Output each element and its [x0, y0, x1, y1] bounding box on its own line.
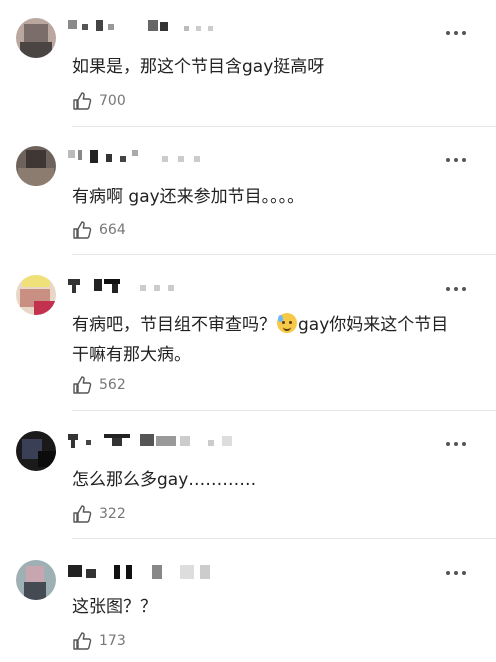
avatar[interactable] [16, 146, 56, 186]
like-button[interactable]: 700 [72, 91, 126, 111]
sweat-smile-emoji [277, 313, 297, 333]
thumbs-up-icon [72, 375, 92, 395]
comment-text-part: 有病吧，节目组不审查吗？ [72, 315, 276, 335]
avatar[interactable] [16, 18, 56, 58]
comment-item: 有病吧，节目组不审查吗？ gay你妈来这个节目干嘛有那大病。 562 [0, 255, 496, 411]
like-count: 664 [99, 222, 126, 238]
more-dots-icon[interactable] [446, 570, 466, 576]
thumbs-up-icon [72, 631, 92, 651]
comment-text: 如果是，那这个节目含gay挺高呀 [72, 57, 325, 77]
more-dots-icon[interactable] [446, 157, 466, 163]
username-redacted[interactable] [68, 279, 248, 293]
like-count: 562 [99, 377, 126, 393]
like-button[interactable]: 173 [72, 631, 126, 651]
comment-item: 如果是，那这个节目含gay挺高呀 700 [0, 0, 496, 127]
avatar[interactable] [16, 560, 56, 600]
comment-item: 这张图？？ 173 [0, 539, 496, 662]
like-button[interactable]: 322 [72, 504, 126, 524]
more-dots-icon[interactable] [446, 441, 466, 447]
comment-item: 怎么那么多gay………… 322 [0, 411, 496, 539]
comment-text: 这张图？？ [72, 597, 157, 617]
username-redacted[interactable] [68, 150, 248, 164]
username-redacted[interactable] [68, 20, 248, 34]
comment-text: 有病吧，节目组不审查吗？ gay你妈来这个节目干嘛有那大病。 [72, 310, 462, 370]
thumbs-up-icon [72, 504, 92, 524]
avatar[interactable] [16, 431, 56, 471]
more-dots-icon[interactable] [446, 286, 466, 292]
thumbs-up-icon [72, 220, 92, 240]
comment-list: 如果是，那这个节目含gay挺高呀 700 有病啊 gay还来参加节目。。。。 6… [0, 0, 496, 662]
avatar[interactable] [16, 275, 56, 315]
more-dots-icon[interactable] [446, 30, 466, 36]
like-button[interactable]: 562 [72, 375, 126, 395]
comment-text: 怎么那么多gay………… [72, 470, 257, 490]
thumbs-up-icon [72, 91, 92, 111]
username-redacted[interactable] [68, 434, 268, 448]
like-button[interactable]: 664 [72, 220, 126, 240]
like-count: 173 [99, 633, 126, 649]
username-redacted[interactable] [68, 565, 248, 579]
like-count: 322 [99, 506, 126, 522]
like-count: 700 [99, 93, 126, 109]
comment-item: 有病啊 gay还来参加节目。。。。 664 [0, 127, 496, 255]
comment-text: 有病啊 gay还来参加节目。。。。 [72, 187, 305, 207]
